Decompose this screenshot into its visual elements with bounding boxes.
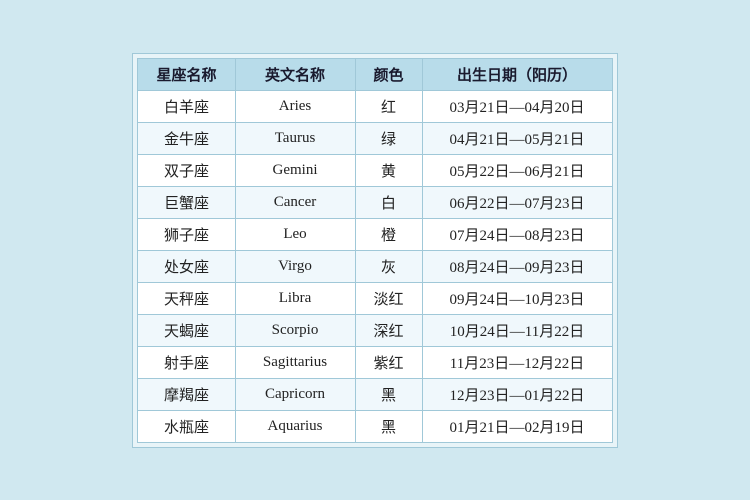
cell-date: 04月21日—05月21日 xyxy=(422,122,612,154)
cell-zh: 水瓶座 xyxy=(138,410,235,442)
zodiac-table-container: 星座名称 英文名称 颜色 出生日期（阳历） 白羊座Aries红03月21日—04… xyxy=(132,53,617,448)
cell-en: Aquarius xyxy=(235,410,355,442)
cell-en: Taurus xyxy=(235,122,355,154)
table-row: 摩羯座Capricorn黑12月23日—01月22日 xyxy=(138,378,612,410)
cell-zh: 金牛座 xyxy=(138,122,235,154)
cell-zh: 天蝎座 xyxy=(138,314,235,346)
table-row: 巨蟹座Cancer白06月22日—07月23日 xyxy=(138,186,612,218)
cell-en: Capricorn xyxy=(235,378,355,410)
cell-color: 紫红 xyxy=(355,346,422,378)
cell-zh: 巨蟹座 xyxy=(138,186,235,218)
cell-color: 白 xyxy=(355,186,422,218)
cell-date: 05月22日—06月21日 xyxy=(422,154,612,186)
header-date: 出生日期（阳历） xyxy=(422,58,612,90)
table-row: 天秤座Libra淡红09月24日—10月23日 xyxy=(138,282,612,314)
cell-en: Sagittarius xyxy=(235,346,355,378)
cell-en: Aries xyxy=(235,90,355,122)
cell-color: 红 xyxy=(355,90,422,122)
cell-date: 07月24日—08月23日 xyxy=(422,218,612,250)
cell-zh: 处女座 xyxy=(138,250,235,282)
header-en: 英文名称 xyxy=(235,58,355,90)
cell-color: 深红 xyxy=(355,314,422,346)
table-row: 白羊座Aries红03月21日—04月20日 xyxy=(138,90,612,122)
cell-color: 橙 xyxy=(355,218,422,250)
table-body: 白羊座Aries红03月21日—04月20日金牛座Taurus绿04月21日—0… xyxy=(138,90,612,442)
cell-en: Leo xyxy=(235,218,355,250)
cell-en: Scorpio xyxy=(235,314,355,346)
cell-color: 黑 xyxy=(355,410,422,442)
cell-zh: 双子座 xyxy=(138,154,235,186)
cell-en: Gemini xyxy=(235,154,355,186)
cell-date: 12月23日—01月22日 xyxy=(422,378,612,410)
cell-date: 10月24日—11月22日 xyxy=(422,314,612,346)
cell-zh: 射手座 xyxy=(138,346,235,378)
header-color: 颜色 xyxy=(355,58,422,90)
table-row: 天蝎座Scorpio深红10月24日—11月22日 xyxy=(138,314,612,346)
cell-zh: 白羊座 xyxy=(138,90,235,122)
table-header-row: 星座名称 英文名称 颜色 出生日期（阳历） xyxy=(138,58,612,90)
cell-en: Libra xyxy=(235,282,355,314)
table-row: 双子座Gemini黄05月22日—06月21日 xyxy=(138,154,612,186)
table-row: 狮子座Leo橙07月24日—08月23日 xyxy=(138,218,612,250)
cell-date: 09月24日—10月23日 xyxy=(422,282,612,314)
cell-color: 绿 xyxy=(355,122,422,154)
cell-zh: 摩羯座 xyxy=(138,378,235,410)
cell-en: Virgo xyxy=(235,250,355,282)
header-zh: 星座名称 xyxy=(138,58,235,90)
cell-date: 11月23日—12月22日 xyxy=(422,346,612,378)
zodiac-table: 星座名称 英文名称 颜色 出生日期（阳历） 白羊座Aries红03月21日—04… xyxy=(137,58,612,443)
cell-color: 黄 xyxy=(355,154,422,186)
table-row: 射手座Sagittarius紫红11月23日—12月22日 xyxy=(138,346,612,378)
table-row: 水瓶座Aquarius黑01月21日—02月19日 xyxy=(138,410,612,442)
table-row: 金牛座Taurus绿04月21日—05月21日 xyxy=(138,122,612,154)
cell-date: 03月21日—04月20日 xyxy=(422,90,612,122)
cell-zh: 天秤座 xyxy=(138,282,235,314)
cell-en: Cancer xyxy=(235,186,355,218)
cell-zh: 狮子座 xyxy=(138,218,235,250)
cell-color: 灰 xyxy=(355,250,422,282)
cell-color: 淡红 xyxy=(355,282,422,314)
cell-color: 黑 xyxy=(355,378,422,410)
table-row: 处女座Virgo灰08月24日—09月23日 xyxy=(138,250,612,282)
cell-date: 08月24日—09月23日 xyxy=(422,250,612,282)
cell-date: 01月21日—02月19日 xyxy=(422,410,612,442)
cell-date: 06月22日—07月23日 xyxy=(422,186,612,218)
